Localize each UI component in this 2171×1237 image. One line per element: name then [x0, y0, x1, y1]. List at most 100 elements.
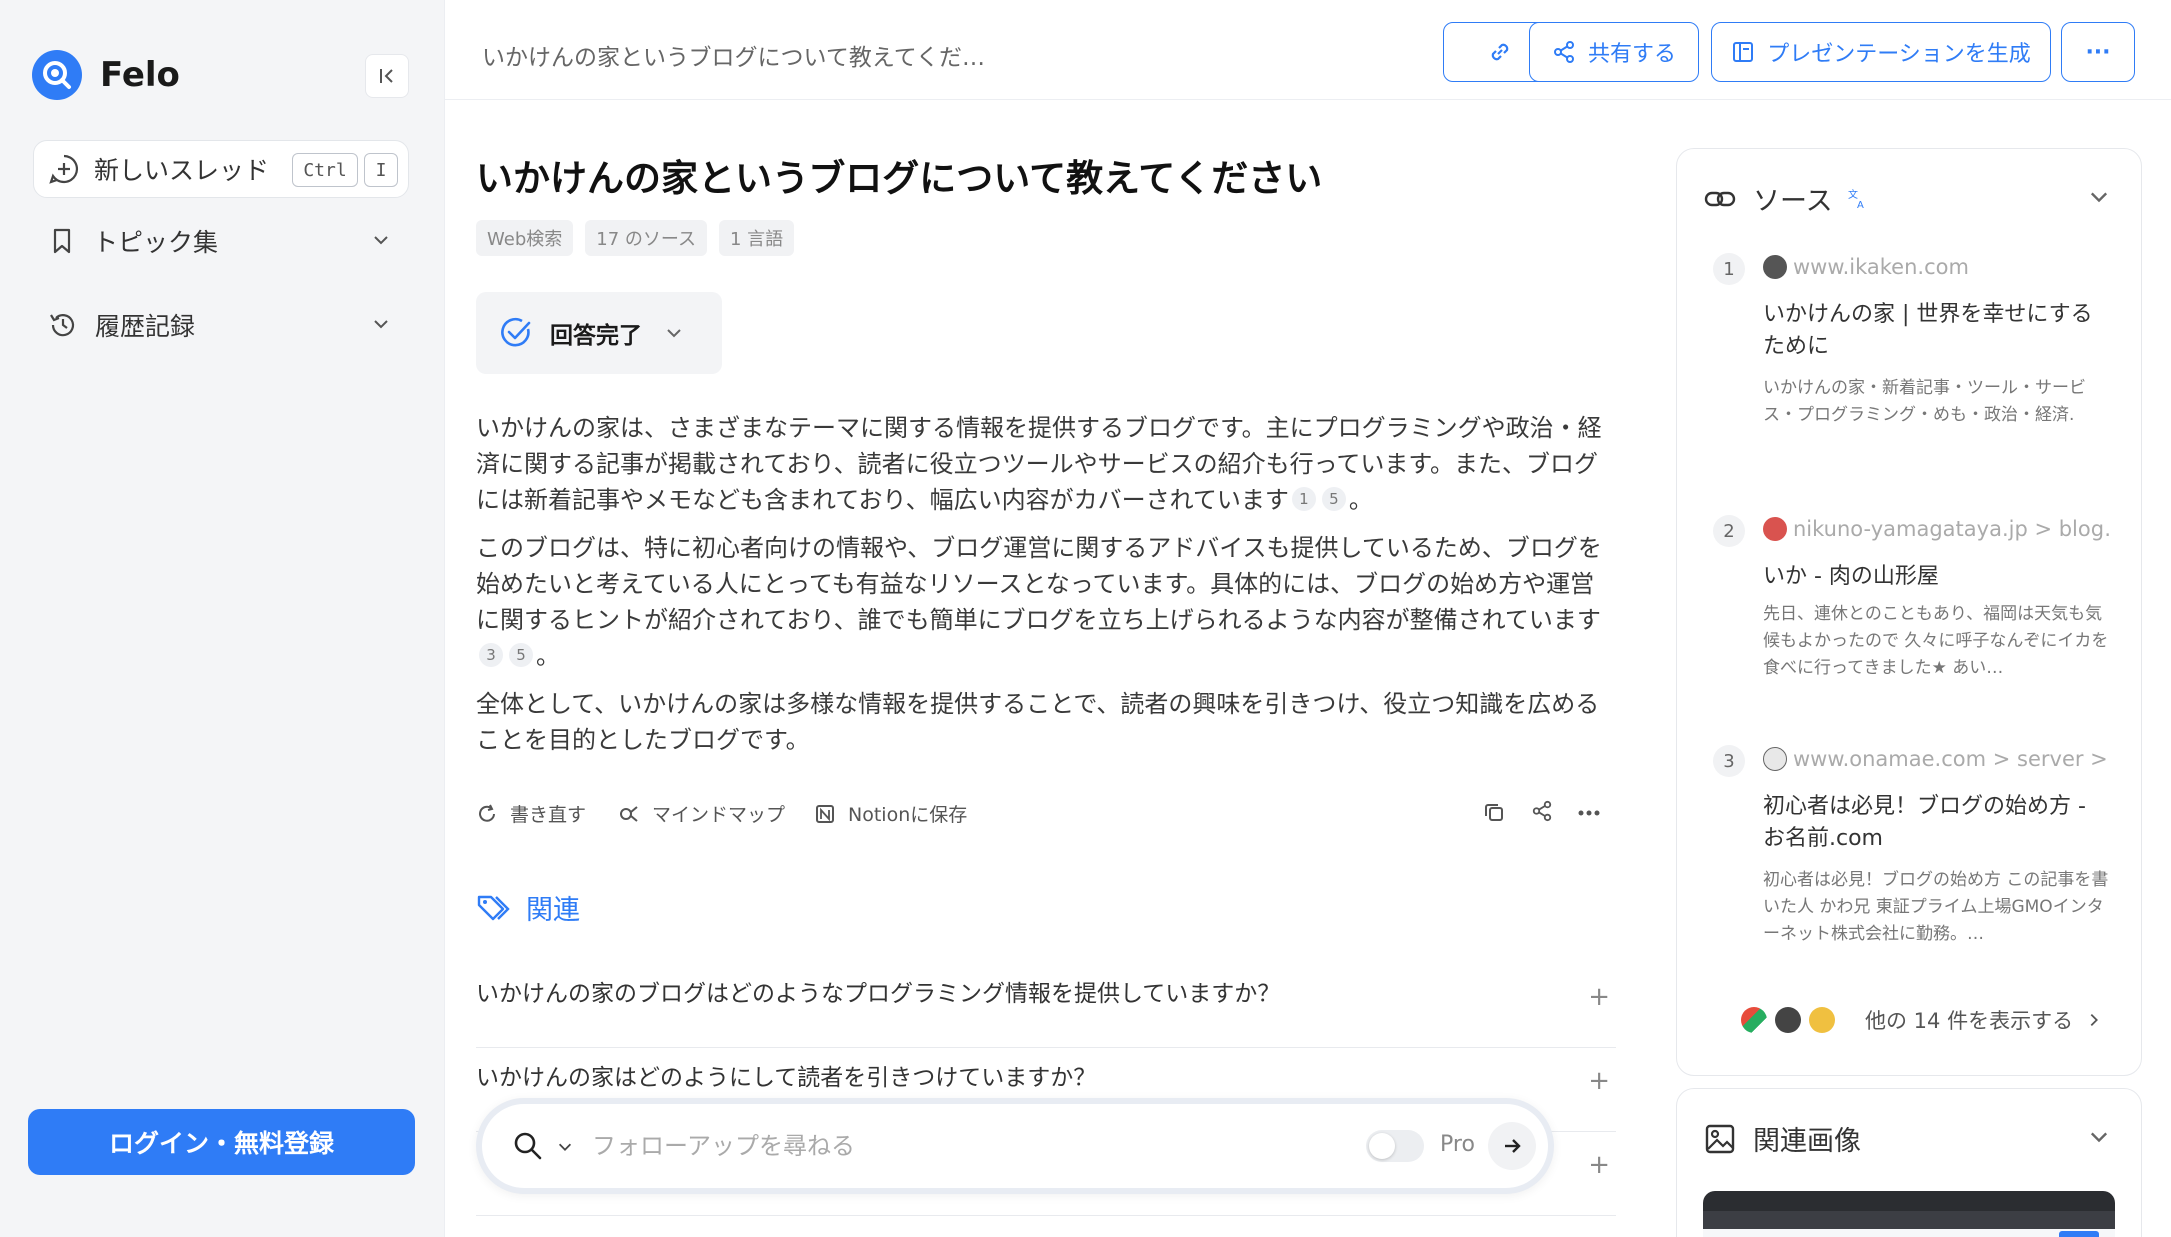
show-more-sources-button[interactable]: 他の 14 件を表示する — [1741, 1005, 2103, 1035]
chevron-down-icon — [374, 236, 388, 245]
chevron-down-icon[interactable] — [2087, 1125, 2111, 1149]
search-icon[interactable] — [512, 1130, 544, 1162]
notion-label: Notionに保存 — [848, 804, 968, 826]
tag-web-search: Web検索 — [476, 220, 574, 256]
related-images-panel: 関連画像 — [1676, 1088, 2142, 1237]
chevron-down-icon[interactable] — [556, 1138, 574, 1156]
related-question-text: いかけんの家のブログはどのようなプログラミング情報を提供していますか？ — [476, 981, 1281, 1007]
history-icon — [50, 314, 75, 337]
answer-paragraph: このブログは、特に初心者向けの情報や、ブログ運営に関するアドバイスも提供している… — [476, 530, 1616, 674]
rewrite-button[interactable]: 書き直す — [476, 800, 586, 827]
source-item[interactable]: 2 nikuno-yamagataya.jp > blog… いか - 肉の山形… — [1713, 515, 2113, 715]
source-domain: www.onamae.com > server > … — [1763, 747, 2113, 771]
answer-text: いかけんの家は、さまざまなテーマに関する情報を提供するブログです。主にプログラミ… — [476, 414, 1602, 514]
related-images-label: 関連画像 — [1753, 1126, 1861, 1157]
followup-bar: Pro — [476, 1098, 1554, 1194]
answer-actions: 書き直す マインドマップ Notionに保存 — [476, 800, 1616, 830]
related-question[interactable]: いかけんの家のブログはどのようなプログラミング情報を提供していますか？ + — [476, 964, 1616, 1048]
source-item[interactable]: 1 www.ikaken.com いかけんの家 | 世界を幸せにするために いか… — [1713, 253, 2113, 483]
citation-5[interactable]: 5 — [509, 643, 533, 667]
brand[interactable]: Felo — [32, 50, 180, 100]
source-snippet: 初心者は必見！ブログの始め方 この記事を書いた人 かわ兄 東証プライム上場GMO… — [1763, 870, 2109, 944]
chevron-right-icon — [2085, 1011, 2103, 1029]
related-heading: 関連 — [476, 888, 580, 927]
answer-status-toggle[interactable]: 回答完了 — [476, 292, 722, 374]
sources-heading: ソース 文A — [1703, 179, 1869, 218]
answer-body: いかけんの家は、さまざまなテーマに関する情報を提供するブログです。主にプログラミ… — [476, 410, 1616, 770]
tag-source-count: 17 のソース — [585, 220, 707, 256]
chevron-down-icon — [664, 323, 684, 343]
link-icon — [1704, 191, 1736, 206]
felo-logo-icon — [32, 50, 82, 100]
favicon-icon — [1809, 1007, 1835, 1033]
sidebar-item-label: 履歴記録 — [95, 312, 196, 341]
answer-text: 全体として、いかけんの家は多様な情報を提供することで、読者の興味を引きつけ、役立… — [476, 690, 1600, 754]
more-options-button[interactable]: ··· — [2061, 22, 2135, 82]
followup-input[interactable] — [592, 1126, 1292, 1166]
chevron-down-icon[interactable] — [2087, 185, 2111, 209]
brand-name: Felo — [100, 55, 180, 95]
plus-icon: + — [1588, 1150, 1610, 1180]
plus-icon: + — [1588, 1066, 1610, 1096]
translate-icon[interactable]: 文A — [1847, 188, 1869, 210]
source-domain: nikuno-yamagataya.jp > blog… — [1763, 517, 2113, 541]
citation-3[interactable]: 3 — [479, 643, 503, 667]
mindmap-button[interactable]: マインドマップ — [618, 800, 785, 827]
save-to-notion-button[interactable]: Notionに保存 — [814, 800, 967, 827]
answer-meta-tags: Web検索 17 のソース 1 言語 — [476, 220, 795, 256]
pro-label: Pro — [1440, 1132, 1475, 1157]
related-label: 関連 — [526, 895, 580, 926]
breadcrumb: いかけんの家というブログについて教えてくだ… — [482, 45, 986, 71]
source-item[interactable]: 3 www.onamae.com > server > … 初心者は必見！ブログ… — [1713, 745, 2113, 975]
rewrite-label: 書き直す — [510, 804, 587, 826]
collapse-sidebar-button[interactable] — [365, 54, 409, 98]
toggle-knob — [1369, 1133, 1395, 1159]
bookmark-icon — [53, 228, 71, 254]
sidebar-item-topics[interactable]: トピック集 — [33, 212, 409, 270]
copy-answer-button[interactable] — [1482, 800, 1506, 824]
answer-more-button[interactable] — [1576, 800, 1602, 826]
share-button[interactable]: 共有する — [1529, 22, 1699, 82]
new-thread-button[interactable]: 新しいスレッド Ctrl I — [33, 140, 409, 198]
more-dots-icon: ··· — [2085, 39, 2111, 65]
chat-plus-icon — [49, 154, 79, 184]
thumbnail-button — [2059, 1231, 2099, 1237]
generate-presentation-button[interactable]: プレゼンテーションを生成 — [1711, 22, 2051, 82]
thumbnail-toolbar — [1703, 1211, 2115, 1229]
source-snippet: いかけんの家・新着記事・ツール・サービス・プログラミング・めも・政治・経済. — [1763, 378, 2086, 425]
mindmap-icon — [618, 803, 640, 825]
favicon-icon — [1763, 747, 1787, 771]
refresh-icon — [476, 803, 498, 825]
source-number: 1 — [1713, 253, 1745, 285]
answer-paragraph: 全体として、いかけんの家は多様な情報を提供することで、読者の興味を引きつけ、役立… — [476, 686, 1616, 758]
citation-1[interactable]: 1 — [1291, 487, 1316, 511]
source-title: いか - 肉の山形屋 — [1763, 564, 1939, 589]
citation-5[interactable]: 5 — [1321, 487, 1346, 511]
related-image-thumbnail[interactable] — [1703, 1191, 2115, 1237]
presentation-label: プレゼンテーションを生成 — [1767, 42, 2031, 67]
share-label: 共有する — [1587, 42, 1676, 67]
mindmap-label: マインドマップ — [652, 804, 786, 826]
favicon-icon — [1763, 255, 1787, 279]
source-domain-text: www.onamae.com > server > … — [1793, 747, 2113, 771]
sources-label: ソース — [1753, 186, 1833, 217]
more-dots-icon — [1578, 810, 1600, 816]
login-signup-button[interactable]: ログイン・無料登録 — [28, 1109, 415, 1175]
top-header: いかけんの家というブログについて教えてくだ… 共有する プレゼンテーションを生成… — [445, 0, 2171, 100]
send-button[interactable] — [1488, 1122, 1536, 1170]
thumbnail-content — [1703, 1229, 2115, 1237]
copy-icon — [1485, 804, 1503, 821]
source-domain-text: www.ikaken.com — [1793, 255, 1969, 279]
check-circle-icon — [501, 317, 531, 347]
source-snippet: 先日、連休とのこともあり、福岡は天気も気候もよかったので 久々に呼子なんぞにイカ… — [1763, 604, 2109, 678]
pro-toggle[interactable] — [1366, 1130, 1424, 1162]
source-number: 3 — [1713, 745, 1745, 777]
share-icon — [1552, 40, 1576, 64]
chevron-down-icon — [374, 320, 388, 329]
presentation-icon — [1731, 40, 1755, 64]
answer-period: 。 — [536, 642, 560, 670]
share-answer-button[interactable] — [1531, 800, 1553, 822]
sources-panel: ソース 文A 1 www.ikaken.com いかけんの家 | 世界を幸せにす… — [1676, 148, 2142, 1076]
sidebar-item-history[interactable]: 履歴記録 — [33, 296, 409, 354]
svg-text:A: A — [1857, 200, 1864, 210]
